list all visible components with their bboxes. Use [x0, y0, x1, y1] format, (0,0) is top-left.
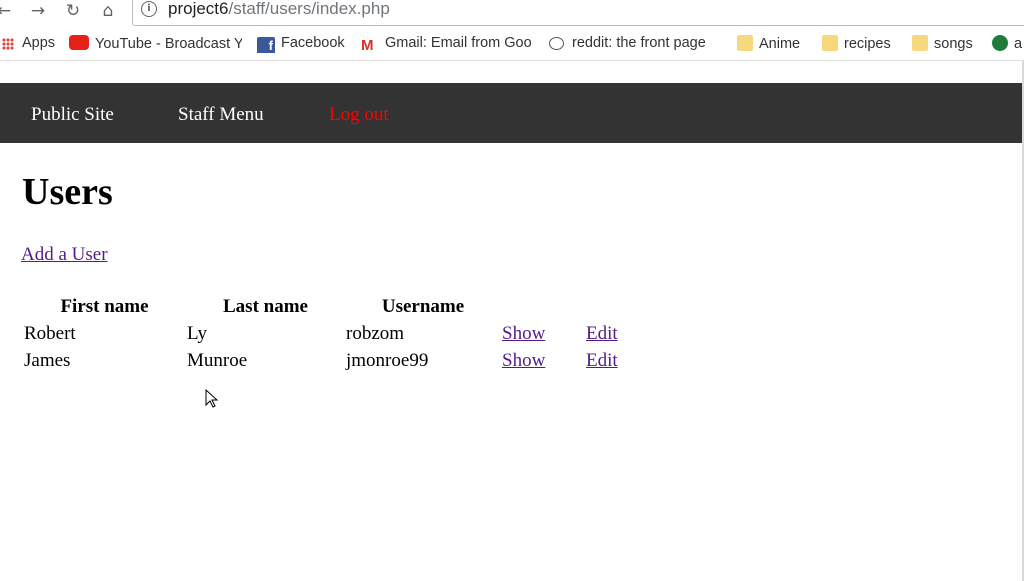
bookmark-reddit[interactable]: reddit: the front page	[549, 35, 717, 53]
url-text[interactable]: project6/staff/users/index.php	[168, 0, 390, 19]
bookmark-globe-label: a	[1014, 36, 1023, 52]
show-link[interactable]: Show	[502, 323, 545, 344]
header-empty	[502, 294, 584, 319]
log-out-link[interactable]: Log out	[329, 104, 389, 126]
bookmark-recipes-label: recipes	[844, 36, 891, 52]
bookmark-anime[interactable]: Anime	[737, 35, 800, 53]
browser-toolbar: ← → ↻ ⌂ i project6/staff/users/index.php	[0, 0, 1024, 27]
table-row: Robert Ly robzom Show Edit	[24, 321, 646, 346]
header-empty	[586, 294, 646, 319]
header-username: Username	[381, 295, 465, 317]
edit-link[interactable]: Edit	[586, 350, 618, 371]
bookmark-apps-label: Apps	[22, 35, 56, 51]
page-title: Users	[22, 171, 113, 213]
table-row: James Munroe jmonroe99 Show Edit	[24, 348, 646, 373]
bookmark-anime-label: Anime	[759, 36, 801, 52]
bookmark-songs[interactable]: songs	[912, 35, 973, 53]
cell-show: Show	[502, 321, 584, 346]
bookmark-apps[interactable]: Apps	[2, 35, 55, 53]
forward-arrow-icon[interactable]: →	[28, 1, 48, 21]
bookmark-facebook[interactable]: f Facebook	[257, 35, 345, 53]
url-host: project6	[168, 0, 229, 18]
folder-icon	[737, 35, 753, 51]
bookmark-reddit-label: reddit: the front page	[572, 35, 706, 51]
info-icon[interactable]: i	[141, 1, 157, 17]
cell-edit: Edit	[586, 321, 646, 346]
youtube-icon	[69, 35, 89, 50]
add-user-link[interactable]: Add a User	[21, 244, 108, 266]
apps-grid-icon	[2, 38, 14, 50]
bookmark-gmail-label: Gmail: Email from Goo	[385, 35, 532, 51]
header-first-name: First name	[60, 295, 149, 317]
reddit-icon	[549, 37, 564, 50]
edit-link[interactable]: Edit	[586, 323, 618, 344]
cell-show: Show	[502, 348, 584, 373]
staff-menu-link[interactable]: Staff Menu	[178, 104, 264, 126]
cell-first-name: Robert	[24, 322, 76, 344]
cell-first-name: James	[24, 349, 71, 371]
reload-icon[interactable]: ↻	[63, 1, 83, 21]
bookmark-youtube[interactable]: YouTube - Broadcast Y	[69, 35, 242, 53]
facebook-icon: f	[257, 37, 275, 53]
bookmark-gmail[interactable]: M Gmail: Email from Goo	[361, 35, 533, 53]
bookmarks-bar: Apps YouTube - Broadcast Y f Facebook M Gm…	[0, 27, 1024, 61]
cell-edit: Edit	[586, 348, 646, 373]
site-header-nav: Public Site Staff Menu Log out	[0, 83, 1024, 143]
gmail-icon: M	[361, 37, 374, 54]
cell-username: jmonroe99	[346, 349, 429, 371]
bookmark-songs-label: songs	[934, 36, 973, 52]
globe-icon	[992, 35, 1008, 51]
folder-icon	[822, 35, 838, 51]
bookmark-youtube-label: YouTube - Broadcast Y	[95, 36, 242, 52]
bookmark-globe[interactable]: a	[992, 35, 1022, 53]
show-link[interactable]: Show	[502, 350, 545, 371]
table-header-row: First name Last name Username	[24, 294, 646, 319]
cell-username: robzom	[346, 322, 405, 344]
users-table: First name Last name Username Robert Ly …	[22, 292, 648, 375]
cell-last-name: Ly	[187, 322, 208, 344]
folder-icon	[912, 35, 928, 51]
url-path: /staff/users/index.php	[228, 0, 390, 18]
header-last-name: Last name	[223, 295, 308, 317]
bookmark-facebook-label: Facebook	[281, 35, 345, 51]
back-arrow-icon[interactable]: ←	[0, 1, 14, 21]
public-site-link[interactable]: Public Site	[31, 104, 114, 126]
bookmark-recipes[interactable]: recipes	[822, 35, 891, 53]
cell-last-name: Munroe	[187, 349, 248, 371]
mouse-cursor-icon	[205, 389, 219, 408]
home-icon[interactable]: ⌂	[98, 1, 118, 21]
